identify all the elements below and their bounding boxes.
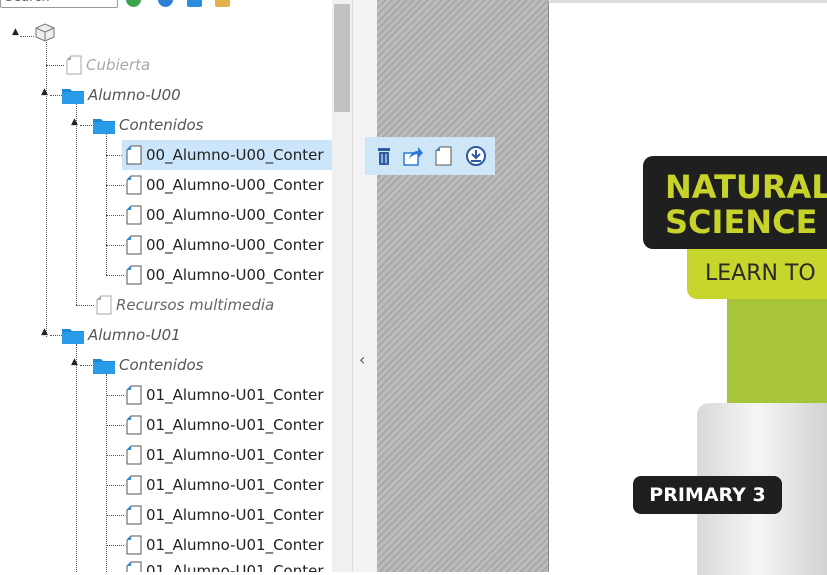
tree-item-recursos-multimedia[interactable]: Recursos multimedia [96, 294, 274, 316]
folder-icon[interactable] [187, 0, 202, 7]
tree-item-label: 00_Alumno-U00_Conter [146, 236, 324, 254]
tree-item-label: Recursos multimedia [116, 296, 275, 314]
empty-canvas-area [377, 0, 548, 572]
page-icon [66, 55, 82, 75]
tree-item-label: 01_Alumno-U01_Conter [146, 536, 324, 554]
tree-item-label: 01_Alumno-U01_Conter [146, 476, 324, 494]
cover-preview: NATURAL SCIENCE LEARN TO PRIMARY 3 [548, 0, 827, 575]
tree-file-item[interactable]: 00_Alumno-U00_Conter [126, 174, 324, 196]
tree-item-label: 00_Alumno-U00_Conter [146, 146, 324, 164]
tree-item-label: Contenidos [119, 116, 204, 134]
page-icon [126, 385, 142, 405]
page-icon [126, 145, 142, 165]
page-icon [126, 205, 142, 225]
tree-file-item[interactable]: 01_Alumno-U01_Conter [126, 534, 324, 556]
globe-icon[interactable] [126, 0, 141, 7]
folder-icon [93, 117, 115, 134]
tree-item-label: 00_Alumno-U00_Conter [146, 266, 324, 284]
folder-icon [62, 87, 84, 104]
folder-icon [62, 327, 84, 344]
tree-item-label: 00_Alumno-U00_Conter [146, 176, 324, 194]
edit-icon[interactable] [215, 0, 230, 7]
page-icon [96, 295, 112, 315]
download-icon[interactable] [465, 145, 487, 167]
page-icon [126, 235, 142, 255]
tree-file-item[interactable]: 00_Alumno-U00_Conter [126, 204, 324, 226]
chevron-left-icon[interactable]: ‹ [359, 350, 365, 369]
tree-item-label: 01_Alumno-U01_Conter [146, 446, 324, 464]
package-root-icon[interactable] [34, 22, 56, 42]
tree-item-label: 01_Alumno-U01_Conter [146, 562, 324, 572]
page-icon [126, 535, 142, 555]
collapse-arrow-icon[interactable]: ▲ [41, 327, 48, 337]
page-icon[interactable] [432, 145, 454, 167]
tree-folder-contenidos[interactable]: Contenidos [93, 114, 203, 136]
tree-file-item[interactable]: 01_Alumno-U01_Conter [126, 444, 324, 466]
page-icon [126, 505, 142, 525]
refresh-icon[interactable] [158, 0, 173, 7]
page-icon [126, 561, 142, 572]
tree-item-cubierta[interactable]: Cubierta [66, 54, 150, 76]
cover-level-badge: PRIMARY 3 [633, 476, 782, 514]
collapse-arrow-icon[interactable]: ▲ [71, 117, 78, 127]
page-icon [126, 445, 142, 465]
tree-item-label: Contenidos [119, 356, 204, 374]
book-cover-image: NATURAL SCIENCE LEARN TO PRIMARY 3 [549, 3, 827, 575]
tree-item-label: 01_Alumno-U01_Conter [146, 506, 324, 524]
cover-title-line2: SCIENCE [665, 203, 818, 241]
tree-file-item[interactable]: 00_Alumno-U00_Conter [122, 140, 332, 170]
page-icon [126, 265, 142, 285]
tree-folder-alumno-u01[interactable]: Alumno-U01 [62, 324, 181, 346]
tree-item-label: Alumno-U00 [88, 86, 181, 104]
tree-file-item[interactable]: 01_Alumno-U01_Conter [126, 414, 324, 436]
page-icon [126, 175, 142, 195]
tree-folder-alumno-u00[interactable]: Alumno-U00 [62, 84, 181, 106]
collapse-arrow-icon[interactable]: ▲ [71, 357, 78, 367]
page-icon [126, 475, 142, 495]
cover-subtitle: LEARN TO [705, 261, 816, 286]
file-tree-panel: Search ▲ Cubierta ▲ Alumno-U00 ▲ Conteni… [0, 0, 332, 572]
tree-file-item[interactable]: 00_Alumno-U00_Conter [126, 264, 324, 286]
tree-item-label: 01_Alumno-U01_Conter [146, 386, 324, 404]
item-actions-toolbar [365, 137, 495, 175]
page-icon [126, 415, 142, 435]
tree-file-item[interactable]: 00_Alumno-U00_Conter [126, 234, 324, 256]
tree-file-item[interactable]: 01_Alumno-U01_Conter [126, 560, 324, 572]
tree-item-label: Alumno-U01 [88, 326, 181, 344]
tree-item-label: Cubierta [86, 56, 151, 74]
scrollbar-thumb[interactable] [334, 4, 350, 112]
tree-item-label: 01_Alumno-U01_Conter [146, 416, 324, 434]
tree-file-item[interactable]: 01_Alumno-U01_Conter [126, 384, 324, 406]
folder-icon [93, 357, 115, 374]
collapse-panel-strip[interactable] [353, 0, 377, 572]
tree-file-item[interactable]: 01_Alumno-U01_Conter [126, 474, 324, 496]
search-input[interactable]: Search [0, 0, 118, 8]
tree-folder-contenidos[interactable]: Contenidos [93, 354, 203, 376]
tree-file-item[interactable]: 01_Alumno-U01_Conter [126, 504, 324, 526]
tree-scrollbar[interactable] [332, 0, 352, 572]
trash-icon[interactable] [373, 145, 395, 167]
collapse-arrow-icon[interactable]: ▲ [12, 27, 19, 37]
cover-title-line1: NATURAL [665, 168, 827, 206]
share-icon[interactable] [402, 145, 424, 167]
tree-item-label: 00_Alumno-U00_Conter [146, 206, 324, 224]
collapse-arrow-icon[interactable]: ▲ [41, 87, 48, 97]
